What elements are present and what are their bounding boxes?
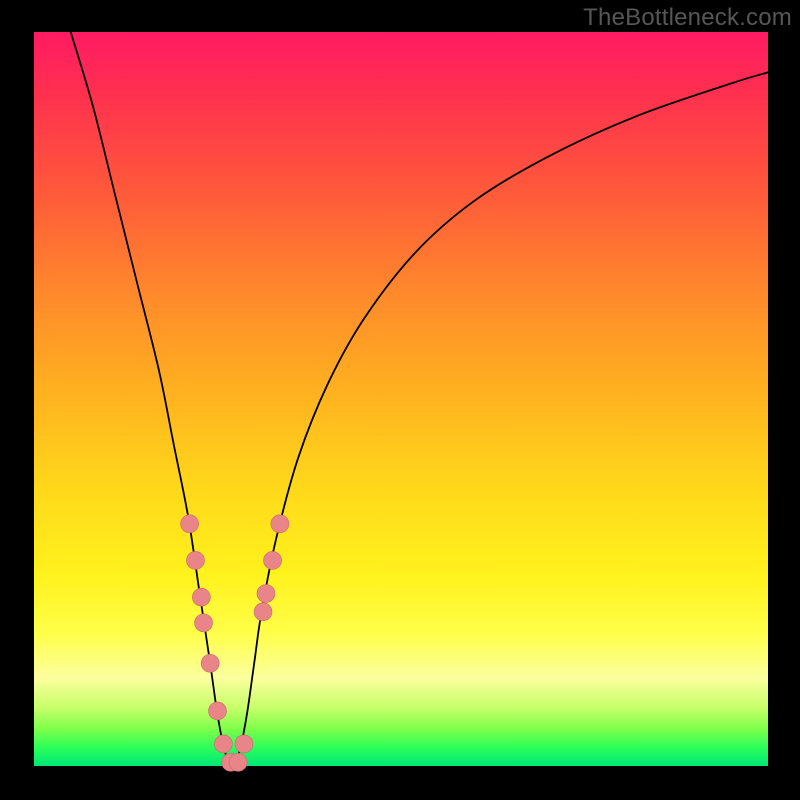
data-marker: [201, 654, 219, 672]
data-marker: [195, 614, 213, 632]
data-marker: [254, 603, 272, 621]
bottleneck-curve: [71, 32, 768, 766]
data-marker: [264, 551, 282, 569]
data-marker: [229, 753, 247, 771]
data-marker: [214, 735, 232, 753]
data-marker: [181, 515, 199, 533]
chart-frame: TheBottleneck.com: [0, 0, 800, 800]
data-marker: [186, 551, 204, 569]
data-marker: [209, 702, 227, 720]
marker-group: [181, 515, 289, 772]
data-marker: [271, 515, 289, 533]
data-marker: [192, 588, 210, 606]
plot-area: [34, 32, 768, 766]
watermark-text: TheBottleneck.com: [583, 4, 792, 32]
data-marker: [235, 735, 253, 753]
data-marker: [257, 585, 275, 603]
chart-svg: [34, 32, 768, 766]
